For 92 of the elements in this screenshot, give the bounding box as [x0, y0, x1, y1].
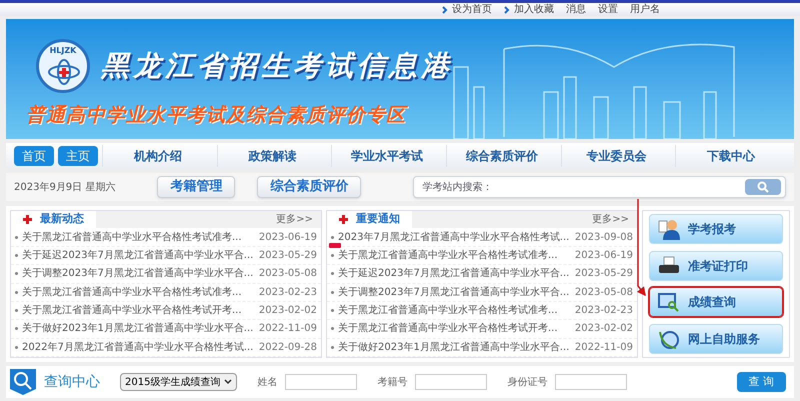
person-icon: [658, 218, 680, 240]
bullet-icon: [331, 327, 334, 330]
bullet-icon: [15, 236, 18, 239]
bullet-icon: [15, 346, 18, 349]
news-date: 2023-09-08: [574, 230, 633, 245]
news-item-link[interactable]: 关于做好2023年1月黑龙江省普通高中学业水平合...: [22, 321, 254, 336]
more-link[interactable]: 更多>>: [276, 212, 313, 228]
plus-icon: [339, 215, 348, 224]
globe-search-icon: [10, 369, 36, 395]
panel-tab[interactable]: 最新动态: [11, 211, 96, 228]
toolbar-button[interactable]: 综合素质评价: [257, 176, 362, 198]
bullet-icon: [331, 254, 334, 257]
bullet-icon: [331, 309, 334, 312]
panel-tab[interactable]: 重要通知: [327, 211, 412, 228]
news-item-link[interactable]: 关于延迟2023年7月黑龙江省普通高中学业水平合...: [338, 266, 570, 282]
news-date: 2023-02-23: [258, 286, 317, 300]
news-date: 2022-09-28: [258, 340, 317, 355]
nav-link[interactable]: 综合素质评价: [446, 145, 557, 167]
news-item-link[interactable]: 关于调整2023年7月黑龙江省普通高中学业水平合...: [22, 266, 254, 282]
bullet-icon: [331, 290, 334, 294]
new-badge-icon: [329, 243, 341, 248]
nav-link[interactable]: 主页: [58, 146, 98, 166]
atom-icon: [47, 58, 81, 86]
field-label: 身份证号: [507, 376, 548, 390]
news-date: 2023-05-08: [574, 286, 633, 300]
news-date: 2023-05-29: [258, 248, 317, 263]
nav-link[interactable]: 首页: [14, 146, 54, 166]
service-button[interactable]: 网上自助服务: [649, 324, 783, 354]
news-date: 2022-11-09: [258, 322, 317, 336]
chevron-icon: [504, 6, 510, 14]
news-item-link[interactable]: 2022年7月黑龙江省普通高中学业水平合格性考试...: [22, 340, 254, 355]
nav-link[interactable]: 学业水平考试: [331, 145, 442, 167]
plus-icon: [23, 215, 32, 224]
bullet-icon: [15, 272, 18, 276]
news-date: 2023-02-02: [258, 304, 317, 318]
text-field[interactable]: [555, 374, 628, 390]
site-title: 黑龙江省招生考试信息港: [101, 48, 453, 84]
service-button[interactable]: 学考报考: [649, 214, 783, 244]
news-date: 2023-02-02: [574, 322, 633, 336]
chevron-down-icon: [224, 379, 232, 385]
top-link[interactable]: 用户名: [630, 2, 660, 17]
service-button[interactable]: 准考证打印: [649, 250, 783, 281]
news-date: 2023-06-19: [574, 248, 633, 263]
top-link[interactable]: 设为首页: [442, 2, 492, 17]
news-date: 2023-05-29: [574, 267, 633, 282]
news-date: 2023-05-08: [258, 267, 317, 282]
bullet-icon: [331, 346, 334, 349]
news-item-link[interactable]: 关于调整2023年7月黑龙江省普通高中学业水平合...: [338, 284, 570, 300]
magnifier-window-icon: [658, 291, 680, 314]
bullet-icon: [15, 290, 18, 294]
grade-select[interactable]: 2015级学生成绩查询: [120, 373, 238, 391]
news-item-link[interactable]: 关于黑龙江省普通高中学业水平合格性考试准考...: [338, 248, 558, 263]
text-field[interactable]: [285, 374, 358, 390]
news-date: 2023-06-19: [258, 230, 317, 245]
news-date: 2022-11-09: [574, 340, 633, 355]
news-item-link[interactable]: 关于黑龙江省普通高中学业水平合格性考试准考...: [22, 230, 242, 245]
news-item-link[interactable]: 关于黑龙江省普通高中学业水平合格性考试准考...: [338, 303, 558, 318]
nav-link[interactable]: 专业委员会: [560, 145, 672, 167]
nav-link[interactable]: 机构介绍: [102, 145, 213, 167]
field-label: 姓名: [257, 376, 278, 390]
logo: HLJZK: [36, 39, 90, 93]
query-title: 查询中心: [44, 372, 100, 392]
more-link[interactable]: 更多>>: [592, 212, 629, 228]
news-item-link[interactable]: 2023年7月黑龙江省普通高中学业水平合格性考试...: [338, 230, 570, 245]
chevron-icon: [442, 6, 448, 14]
search-button[interactable]: [745, 179, 781, 195]
bullet-icon: [15, 327, 18, 330]
news-item-link[interactable]: 关于黑龙江省普通高中学业水平合格性考试开考...: [338, 321, 558, 336]
news-item-link[interactable]: 关于做好2023年1月黑龙江省普通高中学业水平合...: [338, 340, 570, 355]
news-item-link[interactable]: 关于延迟2023年7月黑龙江省普通高中学业水平合...: [22, 248, 254, 263]
field-label: 考籍号: [377, 376, 408, 390]
search-icon: [757, 181, 769, 193]
site-subtitle: 普通高中学业水平考试及综合素质评价专区: [26, 103, 406, 128]
bullet-icon: [15, 254, 18, 257]
news-date: 2023-02-23: [574, 304, 633, 318]
search-field[interactable]: 学考站内搜索：: [413, 176, 786, 198]
news-item-link[interactable]: 关于黑龙江省普通高中学业水平合格性考试准考...: [22, 284, 242, 300]
nav-link[interactable]: 下载中心: [675, 145, 786, 167]
text-field[interactable]: [415, 374, 488, 390]
top-link[interactable]: 消息: [566, 2, 586, 17]
service-button[interactable]: 成绩查询: [649, 287, 783, 318]
news-item-link[interactable]: 关于黑龙江省普通高中学业水平合格性考试开考...: [22, 303, 242, 318]
query-button[interactable]: 查 询: [736, 372, 786, 392]
toolbar-button[interactable]: 考籍管理: [157, 176, 236, 198]
nav-link[interactable]: 政策解读: [216, 145, 328, 167]
top-link[interactable]: 加入收藏: [504, 2, 554, 17]
date-text: 2023年9月9日 星期六: [14, 180, 116, 194]
search-label: 学考站内搜索：: [422, 180, 492, 194]
top-link[interactable]: 设置: [598, 2, 618, 17]
bullet-icon: [15, 309, 18, 312]
bullet-icon: [331, 272, 334, 276]
bullet-icon: [331, 236, 334, 239]
